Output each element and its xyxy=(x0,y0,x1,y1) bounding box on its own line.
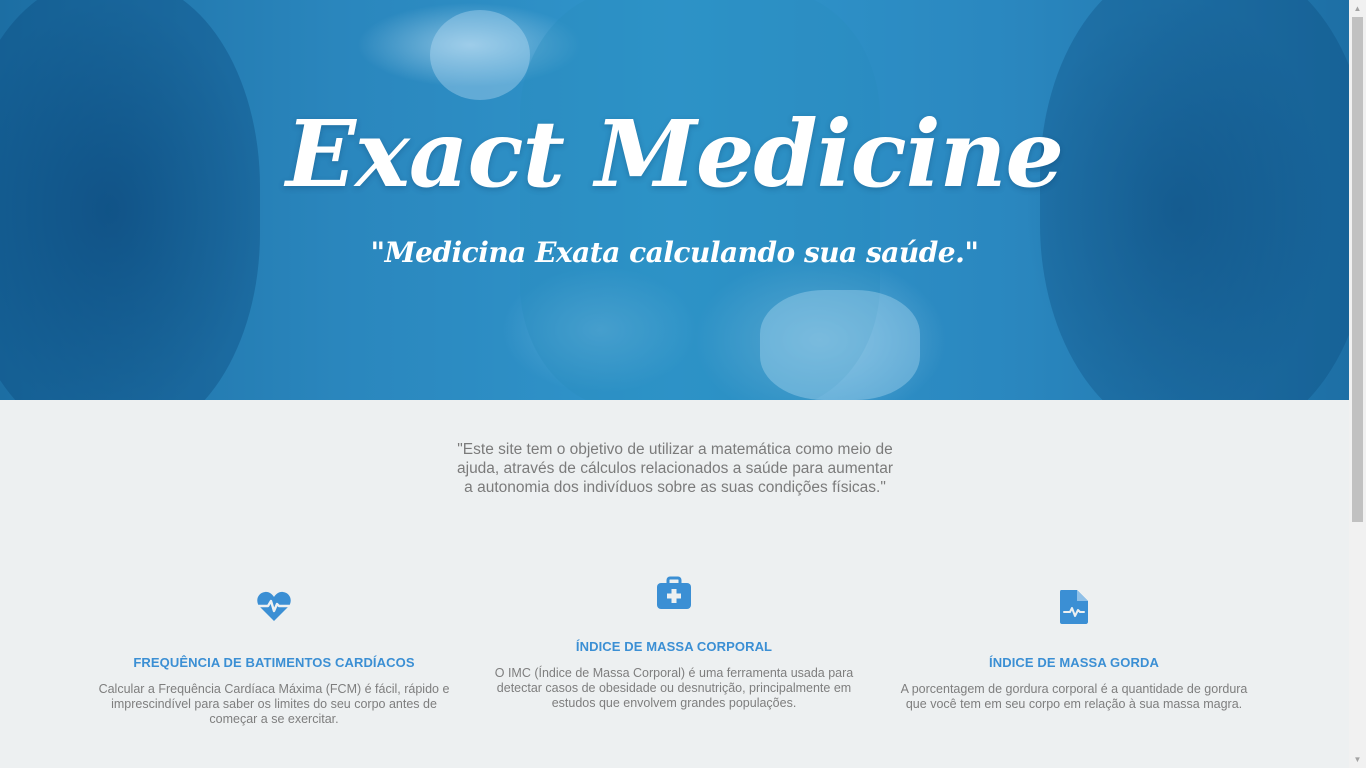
site-tagline: "Medicina Exata calculando sua saúde." xyxy=(370,236,979,269)
scroll-down-arrow-icon[interactable]: ▼ xyxy=(1349,751,1366,768)
feature-title: FREQUÊNCIA DE BATIMENTOS CARDÍACOS xyxy=(133,655,415,670)
medkit-icon xyxy=(657,576,691,609)
hero-background-figure xyxy=(430,10,530,100)
feature-heart-rate[interactable]: FREQUÊNCIA DE BATIMENTOS CARDÍACOS Calcu… xyxy=(94,590,454,727)
feature-description: A porcentagem de gordura corporal é a qu… xyxy=(900,682,1248,711)
site-title: Exact Medicine xyxy=(285,100,1064,208)
scroll-up-arrow-icon[interactable]: ▲ xyxy=(1349,0,1366,17)
intro-statement: "Este site tem o objetivo de utilizar a … xyxy=(457,441,893,496)
scrollbar-thumb[interactable] xyxy=(1352,17,1363,522)
medical-file-icon xyxy=(1060,590,1088,624)
feature-title: ÍNDICE DE MASSA GORDA xyxy=(989,655,1159,670)
feature-description: Calcular a Frequência Cardíaca Máxima (F… xyxy=(98,682,450,726)
feature-title: ÍNDICE DE MASSA CORPORAL xyxy=(575,639,773,654)
feature-description: O IMC (Índice de Massa Corporal) é uma f… xyxy=(494,666,854,710)
heartbeat-icon xyxy=(257,591,291,621)
page-scrollbar[interactable]: ▲ ▼ xyxy=(1349,0,1366,768)
feature-body-fat[interactable]: ÍNDICE DE MASSA GORDA A porcentagem de g… xyxy=(894,590,1254,712)
hero-banner: Exact Medicine "Medicina Exata calculand… xyxy=(0,0,1349,400)
hero-background-figure xyxy=(760,290,920,400)
feature-bmi[interactable]: ÍNDICE DE MASSA CORPORAL O IMC (Índice d… xyxy=(494,576,854,711)
